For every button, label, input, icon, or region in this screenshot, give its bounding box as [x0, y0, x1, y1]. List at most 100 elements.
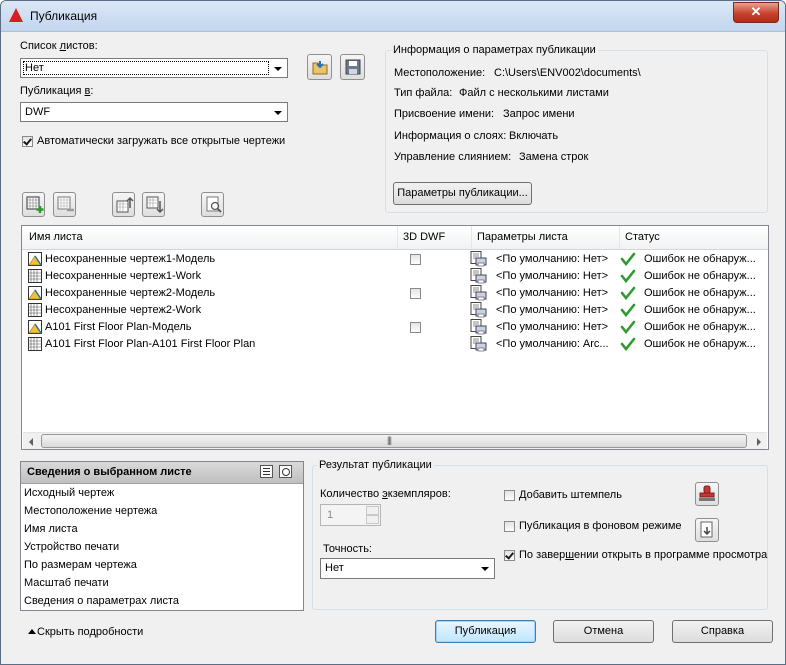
- page-setup-icon: [470, 319, 488, 335]
- details-list-view-icon[interactable]: [260, 465, 273, 478]
- model-sheet-icon: [28, 252, 42, 266]
- remove-sheets-button[interactable]: [53, 192, 76, 217]
- move-sheet-up-button[interactable]: [112, 192, 135, 217]
- table-row[interactable]: A101 First Floor Plan-A101 First Floor P…: [22, 336, 768, 353]
- page-setup-cell[interactable]: <По умолчанию: Нет>: [496, 270, 608, 282]
- background-publish-checkbox[interactable]: [504, 521, 515, 532]
- auto-load-checkbox[interactable]: [22, 136, 33, 147]
- column-page-setup[interactable]: Параметры листа: [477, 231, 568, 243]
- stamp-icon: [699, 485, 715, 501]
- no-errors-check-icon: [620, 286, 636, 301]
- model-sheet-icon: [28, 286, 42, 300]
- autocad-logo-icon: [9, 8, 23, 22]
- sheet-name-cell: A101 First Floor Plan-A101 First Floor P…: [45, 338, 256, 350]
- page-setup-cell[interactable]: <По умолчанию: Нет>: [496, 253, 608, 265]
- open-viewer-label: По завершении открыть в программе просмо…: [519, 549, 768, 561]
- save-sheet-list-button[interactable]: [340, 54, 365, 80]
- move-down-icon: [146, 196, 164, 214]
- hide-details-link[interactable]: Скрыть подробности: [37, 626, 143, 638]
- add-stamp-label: Добавить штемпель: [519, 489, 622, 501]
- no-errors-check-icon: [620, 303, 636, 318]
- cancel-button[interactable]: Отмена: [553, 620, 654, 643]
- filetype-value: Файл с несколькими листами: [459, 87, 609, 99]
- scroll-thumb[interactable]: |||: [41, 434, 747, 448]
- table-row[interactable]: Несохраненные чертеж2-Work <По умолчанию:…: [22, 302, 768, 319]
- horizontal-scrollbar[interactable]: |||: [23, 432, 767, 449]
- status-cell: Ошибок не обнаруж...: [644, 287, 756, 299]
- status-cell: Ошибок не обнаруж...: [644, 270, 756, 282]
- layers-label: Информация о слоях:: [394, 130, 507, 142]
- merge-label: Управление слиянием:: [394, 151, 512, 163]
- collapse-arrow-icon[interactable]: [28, 629, 36, 634]
- column-3d-dwf[interactable]: 3D DWF: [403, 231, 445, 243]
- page-setup-cell[interactable]: <По умолчанию: Нет>: [496, 287, 608, 299]
- title-bar: Публикация ✕: [1, 1, 785, 32]
- details-preview-icon[interactable]: [279, 465, 292, 478]
- no-errors-check-icon: [620, 320, 636, 335]
- detail-item: Исходный чертеж: [24, 487, 115, 499]
- scroll-right-icon[interactable]: [757, 438, 761, 446]
- column-sheet-name[interactable]: Имя листа: [29, 231, 83, 243]
- move-up-icon: [116, 196, 134, 213]
- sheet-list-select[interactable]: Нет: [20, 58, 288, 78]
- open-viewer-checkbox[interactable]: [504, 550, 515, 561]
- stamp-button[interactable]: [695, 482, 719, 506]
- spin-down-icon[interactable]: [366, 515, 379, 524]
- add-sheets-icon: [26, 196, 44, 213]
- layers-value: Включать: [509, 130, 559, 142]
- 3d-dwf-checkbox[interactable]: [410, 322, 421, 333]
- preview-icon: [206, 196, 222, 213]
- sheet-list-label: Список листов:: [20, 40, 98, 52]
- stamp-settings-button[interactable]: [695, 518, 719, 542]
- model-sheet-icon: [28, 320, 42, 334]
- status-cell: Ошибок не обнаруж...: [644, 253, 756, 265]
- publish-options-button[interactable]: Параметры публикации...: [393, 182, 532, 205]
- status-cell: Ошибок не обнаруж...: [644, 338, 756, 350]
- page-setup-icon: [470, 251, 488, 267]
- publish-info-title: Информация о параметрах публикации: [391, 44, 598, 56]
- column-status[interactable]: Статус: [625, 231, 660, 243]
- chevron-down-icon: [274, 67, 282, 71]
- table-row[interactable]: Несохраненные чертеж2-Модель <По умолчани…: [22, 285, 768, 302]
- remove-sheets-icon: [57, 196, 74, 212]
- load-sheet-list-button[interactable]: [307, 54, 332, 80]
- 3d-dwf-checkbox[interactable]: [410, 288, 421, 299]
- 3d-dwf-checkbox[interactable]: [410, 254, 421, 265]
- background-publish-label: Публикация в фоновом режиме: [519, 520, 682, 532]
- no-errors-check-icon: [620, 337, 636, 352]
- add-sheets-button[interactable]: [22, 192, 45, 217]
- precision-select[interactable]: Нет: [320, 558, 495, 579]
- publish-dialog: Публикация ✕ Список листов: Нет Публикац…: [0, 0, 786, 665]
- preview-button[interactable]: [201, 192, 224, 217]
- page-setup-cell[interactable]: <По умолчанию: Нет>: [496, 321, 608, 333]
- page-setup-cell[interactable]: <По умолчанию: Нет>: [496, 304, 608, 316]
- auto-load-label: Автоматически загружать все открытые чер…: [37, 135, 286, 147]
- publish-button[interactable]: Публикация: [435, 620, 536, 643]
- copies-spinner[interactable]: 1: [320, 504, 381, 526]
- add-stamp-checkbox[interactable]: [504, 490, 515, 501]
- detail-item: Устройство печати: [24, 541, 120, 553]
- table-row[interactable]: Несохраненные чертеж1-Модель <По умолчани…: [22, 251, 768, 268]
- table-row[interactable]: A101 First Floor Plan-Модель <По умолчани…: [22, 319, 768, 336]
- spin-up-icon[interactable]: [366, 506, 379, 515]
- close-button[interactable]: ✕: [733, 2, 779, 23]
- details-header: Сведения о выбранном листе: [21, 462, 303, 484]
- copies-value: 1: [327, 509, 334, 521]
- publish-to-select[interactable]: DWF: [20, 102, 288, 122]
- no-errors-check-icon: [620, 269, 636, 284]
- table-row[interactable]: Несохраненные чертеж1-Work <По умолчанию:…: [22, 268, 768, 285]
- page-setup-icon: [470, 336, 488, 352]
- sheet-list-value: Нет: [25, 62, 44, 74]
- location-label: Местоположение:: [394, 67, 486, 79]
- no-errors-check-icon: [620, 252, 636, 267]
- page-setup-cell[interactable]: <По умолчанию: Arc...: [496, 338, 609, 350]
- window-title: Публикация: [30, 9, 98, 23]
- sheet-name-cell: Несохраненные чертеж2-Модель: [45, 287, 216, 299]
- page-setup-icon: [470, 285, 488, 301]
- move-sheet-down-button[interactable]: [142, 192, 165, 217]
- scroll-left-icon[interactable]: [29, 438, 33, 446]
- precision-value: Нет: [325, 562, 344, 574]
- detail-item: Имя листа: [24, 523, 78, 535]
- layout-sheet-icon: [28, 337, 42, 351]
- help-button[interactable]: Справка: [672, 620, 773, 643]
